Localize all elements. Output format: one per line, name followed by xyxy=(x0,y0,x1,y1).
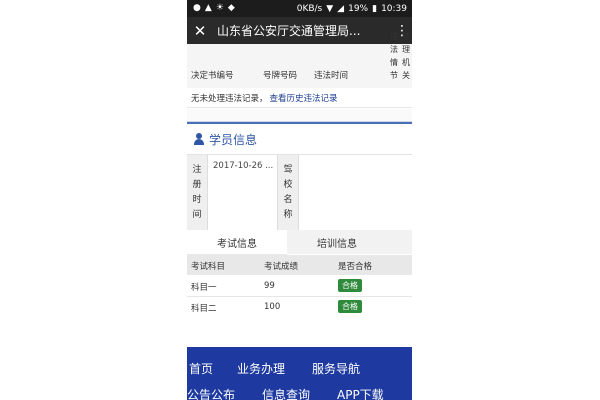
app-icon: ◆ xyxy=(227,3,235,13)
divider xyxy=(298,155,299,231)
subject-cell: 科目二 xyxy=(191,304,217,314)
nav-home[interactable]: 首页 xyxy=(189,360,213,377)
col-pass: 是否合格 xyxy=(338,262,373,272)
app-bar: ✕ 山东省公安厅交通管理局... ⋮ xyxy=(187,17,412,44)
warning-icon: ▲ xyxy=(204,3,212,13)
col-decision-no: 决定书编号 xyxy=(191,71,234,81)
tab-training-info[interactable]: 培训信息 xyxy=(287,230,387,254)
score-cell: 99 xyxy=(264,281,275,291)
register-time-label: 注册时间 xyxy=(187,155,207,231)
nav-info-query[interactable]: 信息查询 xyxy=(262,386,310,400)
section-title: 学员信息 xyxy=(209,132,258,147)
net-speed: 0KB/s xyxy=(296,3,323,14)
col-score: 考试成绩 xyxy=(264,262,299,272)
nav-announcements[interactable]: 公告公布 xyxy=(187,386,235,400)
col-violation-detail: 违法情节 xyxy=(390,32,398,80)
wifi-icon: ▼ xyxy=(326,3,334,14)
history-link[interactable]: 查看历史违法记录 xyxy=(270,92,338,104)
tab-spacer xyxy=(387,230,412,254)
school-name-value xyxy=(303,155,403,231)
tab-exam-info[interactable]: 考试信息 xyxy=(187,230,287,255)
sun-icon: ☀ xyxy=(215,3,224,13)
school-name-label: 驾校名称 xyxy=(278,155,298,231)
person-icon xyxy=(193,133,205,145)
empty-message: 无未处理违法记录， xyxy=(191,93,268,104)
close-icon[interactable]: ✕ xyxy=(187,22,213,40)
tab-bar: 考试信息 培训信息 xyxy=(187,230,412,255)
student-info-grid: 注册时间 2017-10-26 ... 驾校名称 xyxy=(187,154,412,231)
table-row: 科目一 99 合格 xyxy=(187,276,412,297)
footer-nav: 首页 业务办理 服务导航 公告公布 信息查询 APP下载 xyxy=(187,347,412,400)
divider xyxy=(187,109,412,122)
divider xyxy=(207,155,208,231)
register-time-value: 2017-10-26 ... xyxy=(213,161,274,171)
col-subject: 考试科目 xyxy=(191,262,226,272)
student-info-header: 学员信息 xyxy=(187,122,412,154)
col-violation-time: 违法时间 xyxy=(314,71,349,81)
nav-service-guide[interactable]: 服务导航 xyxy=(312,360,360,377)
pass-badge: 合格 xyxy=(338,279,362,292)
nav-business[interactable]: 业务办理 xyxy=(237,360,285,377)
nav-app-download[interactable]: APP下载 xyxy=(337,386,384,400)
page-title: 山东省公安厅交通管理局... xyxy=(217,24,361,38)
notification-icon: ● xyxy=(193,3,201,13)
col-office: 处理机关 xyxy=(402,32,410,80)
signal-icon: ◢ xyxy=(337,3,345,14)
pass-badge: 合格 xyxy=(338,300,362,313)
battery-icon: ▮ xyxy=(372,3,378,14)
score-cell: 100 xyxy=(264,302,281,312)
clock: 10:39 xyxy=(381,3,407,14)
content-spacer xyxy=(187,317,412,347)
exam-table-header: 考试科目 考试成绩 是否合格 xyxy=(187,255,412,275)
subject-cell: 科目一 xyxy=(191,283,217,293)
battery-level: 19% xyxy=(348,3,369,14)
violations-empty-row: 无未处理违法记录， 查看历史违法记录 xyxy=(187,88,412,108)
col-plate-no: 号牌号码 xyxy=(263,71,298,81)
violations-header: 决定书编号 号牌号码 违法时间 违法情节 处理机关 xyxy=(187,32,412,89)
table-row: 科目二 100 合格 xyxy=(187,297,412,318)
phone-screen: ● ▲ ☀ ◆ 0KB/s ▼ ◢ 19% ▮ 10:39 ✕ 山东省公安厅交通… xyxy=(187,0,412,400)
status-bar: ● ▲ ☀ ◆ 0KB/s ▼ ◢ 19% ▮ 10:39 xyxy=(187,0,412,17)
